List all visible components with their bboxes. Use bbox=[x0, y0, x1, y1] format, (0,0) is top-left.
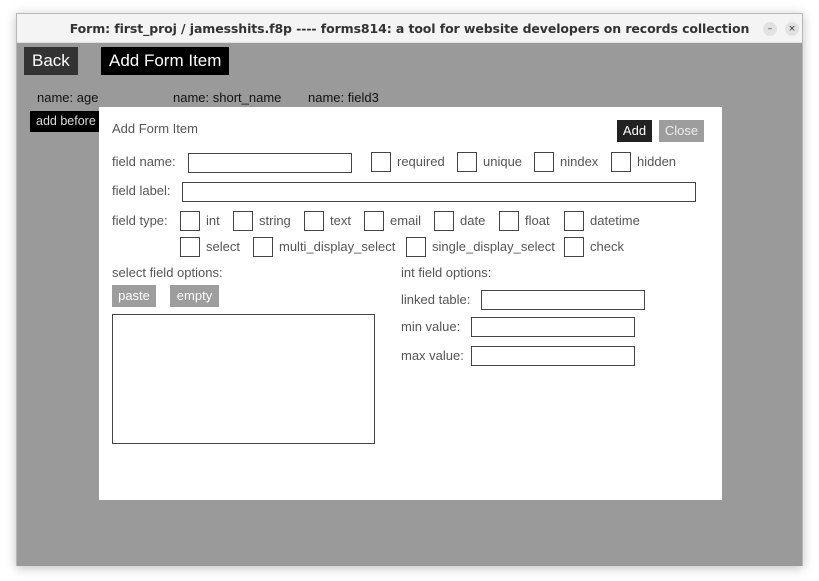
paste-button[interactable]: paste bbox=[112, 285, 156, 307]
type-single-display-select-label: single_display_select bbox=[432, 239, 555, 254]
type-float-label: float bbox=[525, 213, 550, 228]
field-label-input[interactable] bbox=[182, 182, 696, 202]
title-bar[interactable]: Form: first_proj / jamesshits.f8p ---- f… bbox=[17, 14, 802, 43]
add-before-button[interactable]: add before bbox=[30, 111, 100, 132]
type-float-checkbox[interactable] bbox=[499, 211, 519, 231]
unique-checkbox[interactable] bbox=[457, 152, 477, 172]
field-name-label: field name: bbox=[112, 154, 176, 169]
nindex-label: nindex bbox=[560, 154, 599, 169]
type-select-label: select bbox=[206, 239, 240, 254]
hidden-label: hidden bbox=[637, 154, 677, 169]
max-value-label: max value: bbox=[401, 348, 464, 363]
type-email-checkbox[interactable] bbox=[364, 211, 384, 231]
type-date-label: date bbox=[460, 213, 486, 228]
type-text-checkbox[interactable] bbox=[304, 211, 324, 231]
type-multi-display-select-checkbox[interactable] bbox=[253, 237, 273, 257]
app-window: Form: first_proj / jamesshits.f8p ---- f… bbox=[16, 13, 803, 566]
add-button[interactable]: Add bbox=[617, 120, 652, 142]
max-value-input[interactable] bbox=[471, 346, 635, 366]
form-field-field3[interactable]: name: field3 bbox=[308, 90, 379, 105]
int-options-label: int field options: bbox=[401, 265, 492, 280]
app-content: Back Add Form Item name: age name: short… bbox=[17, 43, 802, 566]
minimize-button[interactable]: – bbox=[763, 22, 777, 36]
type-int-checkbox[interactable] bbox=[180, 211, 200, 231]
form-field-age[interactable]: name: age bbox=[37, 90, 98, 105]
type-multi-display-select-label: multi_display_select bbox=[279, 239, 396, 254]
required-label: required bbox=[397, 154, 445, 169]
select-options-textarea[interactable] bbox=[112, 314, 375, 444]
type-int-label: int bbox=[206, 213, 220, 228]
min-value-input[interactable] bbox=[471, 317, 635, 337]
type-date-checkbox[interactable] bbox=[434, 211, 454, 231]
type-check-checkbox[interactable] bbox=[564, 237, 584, 257]
field-label-label: field label: bbox=[112, 183, 171, 198]
dialog-title: Add Form Item bbox=[112, 121, 198, 136]
add-form-item-dialog: Add Form Item Add Close field name: requ… bbox=[99, 107, 722, 500]
type-check-label: check bbox=[590, 239, 624, 254]
nindex-checkbox[interactable] bbox=[534, 152, 554, 172]
unique-label: unique bbox=[483, 154, 523, 169]
back-button[interactable]: Back bbox=[24, 47, 78, 75]
type-datetime-checkbox[interactable] bbox=[564, 211, 584, 231]
type-string-label: string bbox=[259, 213, 291, 228]
window-title: Form: first_proj / jamesshits.f8p ---- f… bbox=[69, 21, 750, 36]
type-datetime-label: datetime bbox=[590, 213, 640, 228]
close-window-button[interactable]: × bbox=[785, 22, 799, 36]
close-button[interactable]: Close bbox=[659, 120, 704, 142]
type-single-display-select-checkbox[interactable] bbox=[406, 237, 426, 257]
type-email-label: email bbox=[390, 213, 422, 228]
type-select-checkbox[interactable] bbox=[180, 237, 200, 257]
add-form-item-button[interactable]: Add Form Item bbox=[101, 47, 230, 75]
hidden-checkbox[interactable] bbox=[611, 152, 631, 172]
field-name-input[interactable] bbox=[188, 153, 352, 173]
linked-table-label: linked table: bbox=[401, 292, 471, 307]
min-value-label: min value: bbox=[401, 319, 461, 334]
field-type-label: field type: bbox=[112, 213, 168, 228]
type-text-label: text bbox=[330, 213, 351, 228]
linked-table-input[interactable] bbox=[481, 290, 645, 310]
select-options-label: select field options: bbox=[112, 265, 223, 280]
type-string-checkbox[interactable] bbox=[233, 211, 253, 231]
form-field-short-name[interactable]: name: short_name bbox=[173, 90, 281, 105]
required-checkbox[interactable] bbox=[371, 152, 391, 172]
empty-button[interactable]: empty bbox=[170, 285, 219, 307]
